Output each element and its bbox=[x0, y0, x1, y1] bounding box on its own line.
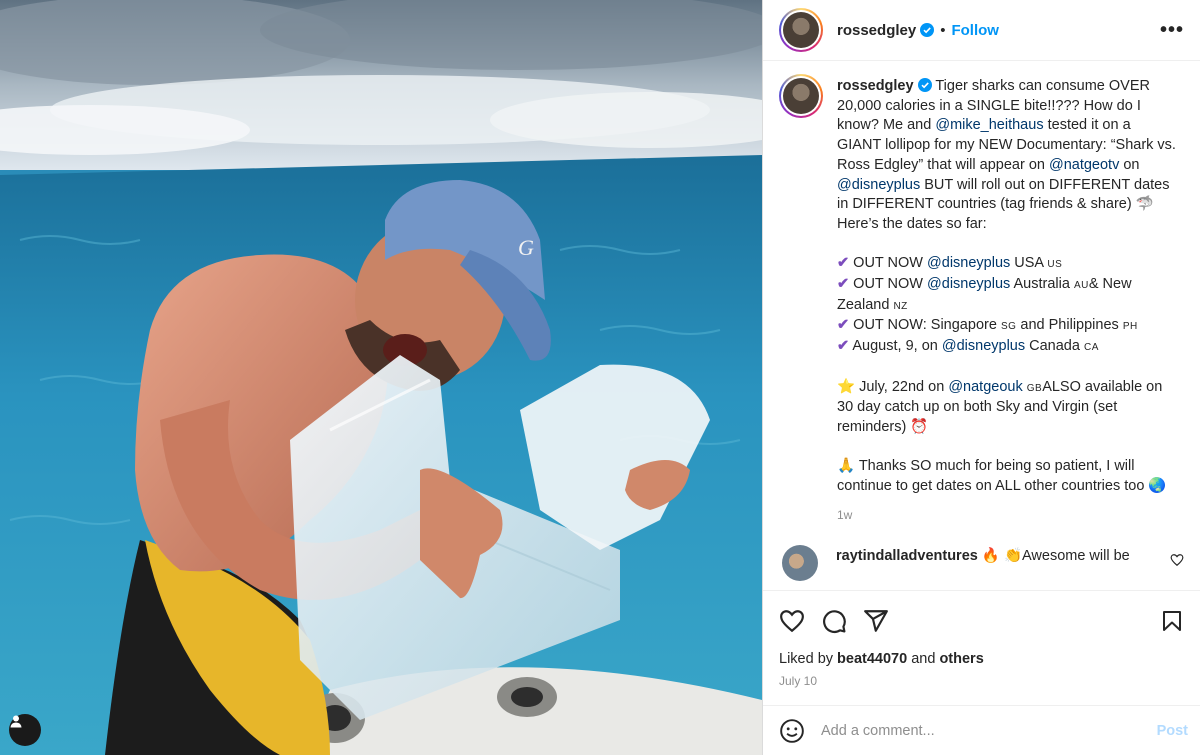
mention-disneyplus[interactable]: @disneyplus bbox=[837, 177, 920, 193]
flag-code: GB bbox=[1026, 382, 1043, 394]
mention-natgeouk[interactable]: @natgeouk bbox=[948, 379, 1022, 395]
caption-timestamp[interactable]: 1w bbox=[837, 506, 1177, 526]
comment-bubble-icon bbox=[823, 610, 846, 633]
caption-line: USA bbox=[1010, 255, 1048, 272]
post-details-panel: rossedgley • Follow ••• rossedgley Tiger… bbox=[762, 0, 1200, 755]
save-button[interactable] bbox=[1160, 608, 1184, 634]
comment-text: raytindalladventures 🔥 👏Awesome will be bbox=[836, 547, 1130, 566]
check-icon: ✔ bbox=[837, 338, 850, 355]
mention-mike-heithaus[interactable]: @mike_heithaus bbox=[935, 117, 1043, 133]
caption-thanks: 🙏 Thanks SO much for being so patient, I… bbox=[837, 458, 1167, 495]
caption-line: OUT NOW: Singapore bbox=[849, 317, 1001, 334]
follow-button[interactable]: Follow bbox=[951, 22, 999, 39]
commenter-username[interactable]: raytindalladventures bbox=[836, 548, 978, 564]
comments-scroll-area[interactable]: rossedgley Tiger sharks can consume OVER… bbox=[763, 62, 1200, 590]
likes-summary: Liked by beat44070 and others bbox=[779, 651, 1184, 667]
caption-line: July, 22nd on bbox=[855, 378, 949, 395]
post-viewer: G rossedgley • Follow ••• rossedgley Tig… bbox=[0, 0, 1200, 755]
add-comment-bar: Post bbox=[763, 705, 1200, 755]
profile-avatar[interactable] bbox=[779, 8, 823, 52]
and-label: and bbox=[907, 651, 940, 667]
mention-disneyplus[interactable]: @disneyplus bbox=[927, 276, 1010, 292]
caption-line: OUT NOW bbox=[849, 255, 928, 272]
share-button[interactable] bbox=[863, 608, 889, 634]
liker-username[interactable]: beat44070 bbox=[837, 651, 907, 667]
bookmark-icon bbox=[1163, 611, 1181, 631]
others-link[interactable]: others bbox=[939, 651, 983, 667]
post-header: rossedgley • Follow ••• bbox=[763, 0, 1200, 61]
heart-icon bbox=[780, 610, 804, 633]
paper-plane-icon bbox=[864, 610, 888, 632]
like-comment-heart-icon[interactable] bbox=[1170, 553, 1184, 567]
flag-code: SG bbox=[1000, 321, 1017, 333]
check-icon: ✔ bbox=[837, 317, 850, 334]
verified-badge-icon bbox=[920, 23, 935, 37]
caption-avatar[interactable] bbox=[779, 74, 823, 118]
flag-code: AU bbox=[1073, 280, 1089, 292]
mention-disneyplus[interactable]: @disneyplus bbox=[927, 255, 1010, 271]
flag-code: CA bbox=[1083, 342, 1099, 354]
check-icon: ✔ bbox=[837, 255, 850, 272]
check-icon: ✔ bbox=[837, 276, 850, 293]
tagged-user-button[interactable] bbox=[9, 714, 41, 746]
star-icon: ⭐ bbox=[837, 378, 856, 395]
svg-text:G: G bbox=[518, 235, 534, 260]
verified-badge-icon bbox=[917, 78, 932, 92]
caption-username[interactable]: rossedgley bbox=[837, 78, 914, 94]
comment-button[interactable] bbox=[821, 608, 847, 634]
caption: rossedgley Tiger sharks can consume OVER… bbox=[779, 74, 1184, 525]
comment-item: raytindalladventures 🔥 👏Awesome will be bbox=[779, 545, 1184, 582]
comment-input[interactable] bbox=[821, 722, 1157, 739]
caption-line: and Philippines bbox=[1016, 317, 1123, 334]
flag-code: US bbox=[1047, 259, 1063, 271]
caption-mid2: on bbox=[1119, 156, 1140, 173]
caption-text: rossedgley Tiger sharks can consume OVER… bbox=[837, 74, 1177, 525]
caption-line: Australia bbox=[1010, 276, 1074, 293]
header-username[interactable]: rossedgley bbox=[837, 22, 916, 39]
separator-dot: • bbox=[940, 21, 946, 39]
post-image[interactable]: G bbox=[0, 0, 762, 755]
caption-line: August, 9, on bbox=[849, 338, 942, 355]
flag-code: NZ bbox=[893, 300, 908, 312]
caption-line: Canada bbox=[1025, 338, 1084, 355]
mention-disneyplus[interactable]: @disneyplus bbox=[942, 338, 1025, 354]
more-options-button[interactable]: ••• bbox=[1160, 19, 1184, 42]
photo-illustration: G bbox=[0, 0, 762, 755]
commenter-avatar[interactable] bbox=[782, 545, 818, 582]
user-icon bbox=[10, 715, 22, 728]
like-button[interactable] bbox=[779, 608, 805, 634]
post-comment-button[interactable]: Post bbox=[1157, 723, 1188, 739]
post-date[interactable]: July 10 bbox=[779, 674, 1184, 688]
emoji-icon[interactable] bbox=[779, 718, 805, 744]
comment-body: 🔥 👏Awesome will be bbox=[977, 548, 1130, 565]
mention-natgeotv[interactable]: @natgeotv bbox=[1049, 157, 1119, 173]
caption-line: OUT NOW bbox=[849, 276, 928, 293]
liked-by-label: Liked by bbox=[779, 651, 838, 667]
flag-code: PH bbox=[1122, 321, 1138, 333]
post-actions: Liked by beat44070 and others July 10 bbox=[763, 590, 1200, 688]
